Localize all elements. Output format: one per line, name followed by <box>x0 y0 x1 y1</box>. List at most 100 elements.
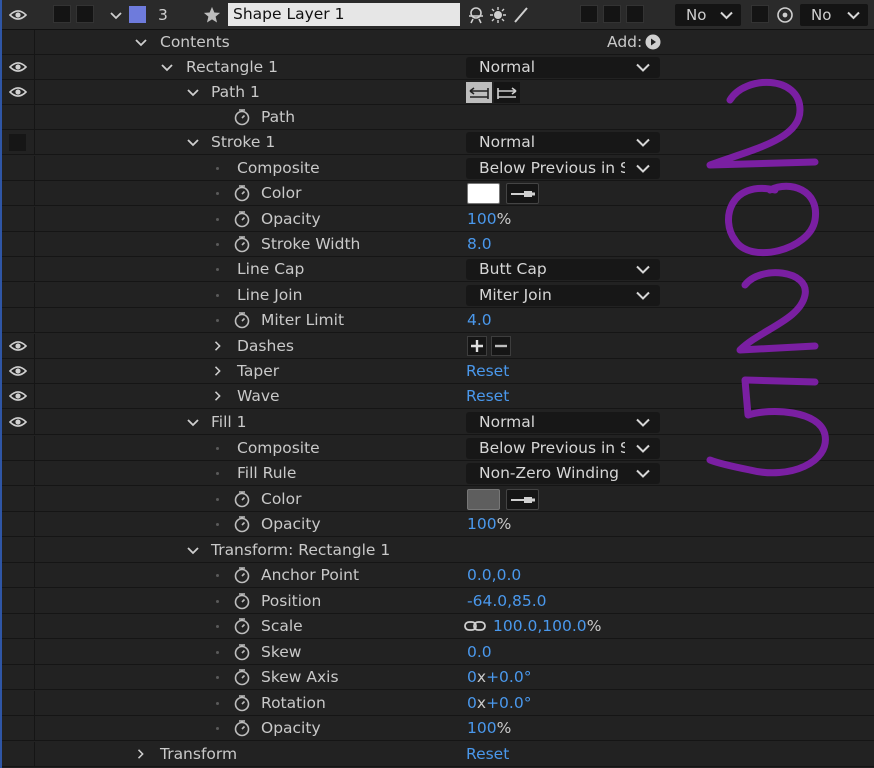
blend-mode-dropdown[interactable]: No <box>675 4 741 26</box>
parent-dropdown[interactable]: No <box>800 4 868 26</box>
eyedropper-icon[interactable] <box>506 183 539 204</box>
stopwatch-icon[interactable] <box>233 207 251 231</box>
twirl-down-icon[interactable] <box>186 130 200 154</box>
stroke-width-value[interactable]: 8.0 <box>467 232 492 257</box>
eye-icon[interactable] <box>9 84 27 100</box>
stopwatch-icon[interactable] <box>233 232 251 256</box>
value-text[interactable]: 0.0,0.0 <box>467 566 521 584</box>
adjustment-toggle[interactable] <box>626 5 644 23</box>
turns-value[interactable]: 0 <box>467 668 477 686</box>
value-text[interactable]: -64.0,85.0 <box>467 592 547 610</box>
value-text[interactable]: 4.0 <box>467 311 492 329</box>
rectangle-1-blend-dropdown[interactable]: Normal <box>466 57 660 78</box>
twirl-right-icon[interactable] <box>211 334 225 358</box>
add-menu-icon[interactable] <box>645 34 661 50</box>
shy-icon[interactable] <box>466 5 486 25</box>
transform-reset-link[interactable]: Reset <box>466 742 509 767</box>
position-value[interactable]: -64.0,85.0 <box>467 589 547 614</box>
stopwatch-icon[interactable] <box>233 512 251 536</box>
eye-icon[interactable] <box>9 388 27 404</box>
stroke-1-blend-dropdown[interactable]: Normal <box>466 132 660 153</box>
miter-limit-value[interactable]: 4.0 <box>467 308 492 333</box>
taper-reset-link[interactable]: Reset <box>466 359 509 384</box>
anchor-point-value[interactable]: 0.0,0.0 <box>467 563 521 588</box>
audio-toggle[interactable] <box>53 5 71 23</box>
stroke-color-swatch[interactable] <box>467 183 500 204</box>
turns-value[interactable]: 0 <box>467 694 477 712</box>
twirl-right-icon[interactable] <box>134 742 148 766</box>
tree-dot <box>216 447 219 450</box>
stopwatch-icon[interactable] <box>233 563 251 587</box>
stopwatch-icon[interactable] <box>233 665 251 689</box>
wave-reset-link[interactable]: Reset <box>466 384 509 409</box>
fill-opacity-value[interactable]: 100% <box>467 512 511 537</box>
eye-icon[interactable] <box>9 338 27 354</box>
stroke-composite-dropdown[interactable]: Below Previous in Same Group <box>466 158 660 179</box>
stopwatch-icon[interactable] <box>233 308 251 332</box>
eye-icon[interactable] <box>9 363 27 379</box>
reverse-path-direction-on-icon[interactable] <box>466 82 492 103</box>
value-text[interactable]: 100 <box>467 719 497 737</box>
stopwatch-icon[interactable] <box>233 105 251 129</box>
twirl-down-icon[interactable] <box>186 538 200 562</box>
eye-icon[interactable] <box>8 5 28 25</box>
twirl-right-icon[interactable] <box>211 384 225 408</box>
stopwatch-icon[interactable] <box>233 487 251 511</box>
twirl-down-icon[interactable] <box>186 80 200 104</box>
chevron-down-icon[interactable] <box>106 5 126 25</box>
twirl-down-icon[interactable] <box>134 30 148 54</box>
stopwatch-icon[interactable] <box>233 614 251 638</box>
degrees-value[interactable]: +0.0° <box>486 668 531 686</box>
constrain-proportions-link-icon[interactable] <box>464 620 486 632</box>
twirl-right-icon[interactable] <box>211 359 225 383</box>
switches-column <box>0 614 35 638</box>
eye-icon[interactable] <box>9 59 27 75</box>
visibility-toggle-off[interactable] <box>9 134 26 151</box>
value-text[interactable]: 100.0,100.0 <box>493 617 587 635</box>
value-text[interactable]: 0.0 <box>467 643 492 661</box>
stopwatch-icon[interactable] <box>233 716 251 740</box>
collapse-icon[interactable] <box>488 5 508 25</box>
track-matte-toggle[interactable] <box>751 5 769 23</box>
opacity-value[interactable]: 100% <box>467 716 511 741</box>
timeline-layer-panel: 3 Shape Layer 1 No No Contents Add: Rect… <box>0 0 874 768</box>
stroke-opacity-value[interactable]: 100% <box>467 207 511 232</box>
skew-axis-value[interactable]: 0x+0.0° <box>467 665 531 690</box>
solo-toggle[interactable] <box>76 5 94 23</box>
row-fill-color: Color <box>0 487 874 512</box>
twirl-down-icon[interactable] <box>160 55 174 79</box>
switches-column <box>0 257 35 281</box>
parent-pickwhip-icon[interactable] <box>775 5 795 25</box>
twirl-down-icon[interactable] <box>186 410 200 434</box>
value-text[interactable]: 8.0 <box>467 235 492 253</box>
line-join-dropdown[interactable]: Miter Join <box>466 285 660 306</box>
fill-color-swatch[interactable] <box>467 489 500 510</box>
line-cap-dropdown[interactable]: Butt Cap <box>466 259 660 280</box>
fill-composite-dropdown[interactable]: Below Previous in Same Group <box>466 438 660 459</box>
skew-value[interactable]: 0.0 <box>467 640 492 665</box>
eyedropper-icon[interactable] <box>506 489 539 510</box>
path-direction-buttons[interactable] <box>466 82 520 103</box>
eye-icon[interactable] <box>9 414 27 430</box>
motion-blur-toggle[interactable] <box>603 5 621 23</box>
value-text[interactable]: 100 <box>467 210 497 228</box>
tree-dot <box>216 268 219 271</box>
reverse-path-direction-off-icon[interactable] <box>494 82 520 103</box>
stopwatch-icon[interactable] <box>233 691 251 715</box>
stopwatch-icon[interactable] <box>233 640 251 664</box>
quality-icon[interactable] <box>511 5 531 25</box>
fill-1-blend-dropdown[interactable]: Normal <box>466 412 660 433</box>
add-dash-button[interactable] <box>467 336 487 356</box>
rotation-value[interactable]: 0x+0.0° <box>467 691 531 716</box>
scale-value[interactable]: 100.0,100.0% <box>493 614 601 639</box>
degrees-value[interactable]: +0.0° <box>486 694 531 712</box>
label-color-swatch[interactable] <box>129 6 146 23</box>
stopwatch-icon[interactable] <box>233 181 251 205</box>
remove-dash-button[interactable] <box>491 336 511 356</box>
effects-toggle[interactable] <box>580 5 598 23</box>
unit: % <box>586 617 602 635</box>
fill-rule-dropdown[interactable]: Non-Zero Winding <box>466 463 660 484</box>
layer-name-field[interactable]: Shape Layer 1 <box>228 3 460 26</box>
stopwatch-icon[interactable] <box>233 589 251 613</box>
value-text[interactable]: 100 <box>467 515 497 533</box>
